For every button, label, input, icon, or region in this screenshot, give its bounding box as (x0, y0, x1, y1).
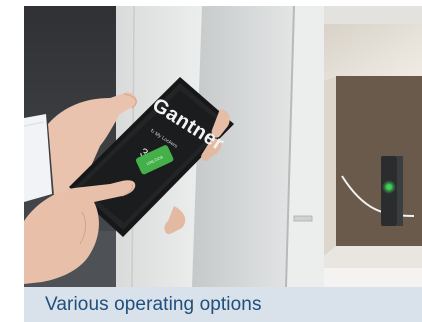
caption-bar: Various operating options (24, 287, 422, 322)
interior-back (336, 76, 422, 246)
photo-frame: Gantner ↻ My Lockers 3 UNLOCK Various op… (24, 6, 422, 322)
unlock-button-label: UNLOCK (145, 153, 164, 166)
locker-photo (24, 6, 422, 287)
caption-text: Various operating options (45, 293, 262, 315)
